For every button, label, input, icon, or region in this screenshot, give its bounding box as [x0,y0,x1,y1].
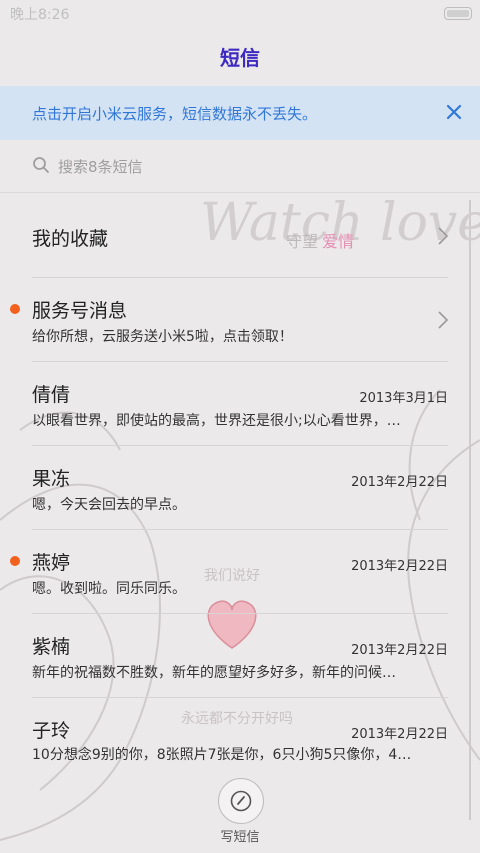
conversation-date: 2013年3月1日 [359,391,448,406]
list-item-favorites[interactable]: 我的收藏 [0,194,480,278]
compose-label[interactable]: 写短信 [0,826,480,845]
compose-button[interactable] [218,778,264,824]
compose-icon [230,790,252,812]
list-item-service-messages[interactable]: 服务号消息 给你所想，云服务送小米5啦，点击领取！ [0,278,480,362]
search-input[interactable]: 搜索8条短信 [58,156,143,177]
conversation-name: 我的收藏 [32,228,109,250]
list-item-conversation[interactable]: 倩倩 2013年3月1日 以眼看世界，即使站的最高，世界还是很小;以心看世界，… [0,362,480,446]
conversation-date: 2013年2月22日 [351,559,448,574]
battery-icon [444,7,472,20]
conversation-preview: 给你所想，云服务送小米5啦，点击领取！ [32,329,293,345]
status-bar: 晚上8:26 [0,0,480,26]
conversation-preview: 以眼看世界，即使站的最高，世界还是很小;以心看世界，… [32,413,401,429]
close-icon[interactable] [440,98,468,126]
conversation-preview: 10分想念9别的你，8张照片7张是你，6只小狗5只像你，4… [32,747,412,763]
unread-dot [10,556,20,566]
page-title: 短信 [220,46,260,70]
cloud-service-banner[interactable]: 点击开启小米云服务，短信数据永不丢失。 [0,86,480,140]
conversation-preview: 新年的祝福数不胜数，新年的愿望好多好多，新年的问候… [32,665,396,681]
conversation-date: 2013年2月22日 [351,643,448,658]
search-icon [32,156,50,174]
conversation-name: 紫楠 [32,636,71,658]
list-item-conversation[interactable]: 果冻 2013年2月22日 嗯，今天会回去的早点。 [0,446,480,530]
conversation-name: 倩倩 [32,384,71,406]
search-bar[interactable]: 搜索8条短信 [22,146,458,186]
list-item-conversation[interactable]: 子玲 2013年2月22日 10分想念9别的你，8张照片7张是你，6只小狗5只像… [0,698,480,782]
status-time: 晚上8:26 [10,7,70,23]
conversation-name: 果冻 [32,468,71,490]
chevron-right-icon [436,310,450,330]
chevron-right-icon [436,226,450,246]
conversation-name: 子玲 [32,720,71,742]
list-item-conversation[interactable]: 燕婷 2013年2月22日 嗯。收到啦。同乐同乐。 [0,530,480,614]
list-item-conversation[interactable]: 紫楠 2013年2月22日 新年的祝福数不胜数，新年的愿望好多好多，新年的问候… [0,614,480,698]
conversation-name: 燕婷 [32,552,71,574]
conversation-name: 服务号消息 [32,300,128,322]
conversation-date: 2013年2月22日 [351,727,448,742]
conversation-preview: 嗯，今天会回去的早点。 [32,497,186,513]
unread-dot [10,304,20,314]
divider [0,192,480,193]
conversation-preview: 嗯。收到啦。同乐同乐。 [32,581,186,597]
banner-text: 点击开启小米云服务，短信数据永不丢失。 [32,105,318,123]
conversation-date: 2013年2月22日 [351,475,448,490]
